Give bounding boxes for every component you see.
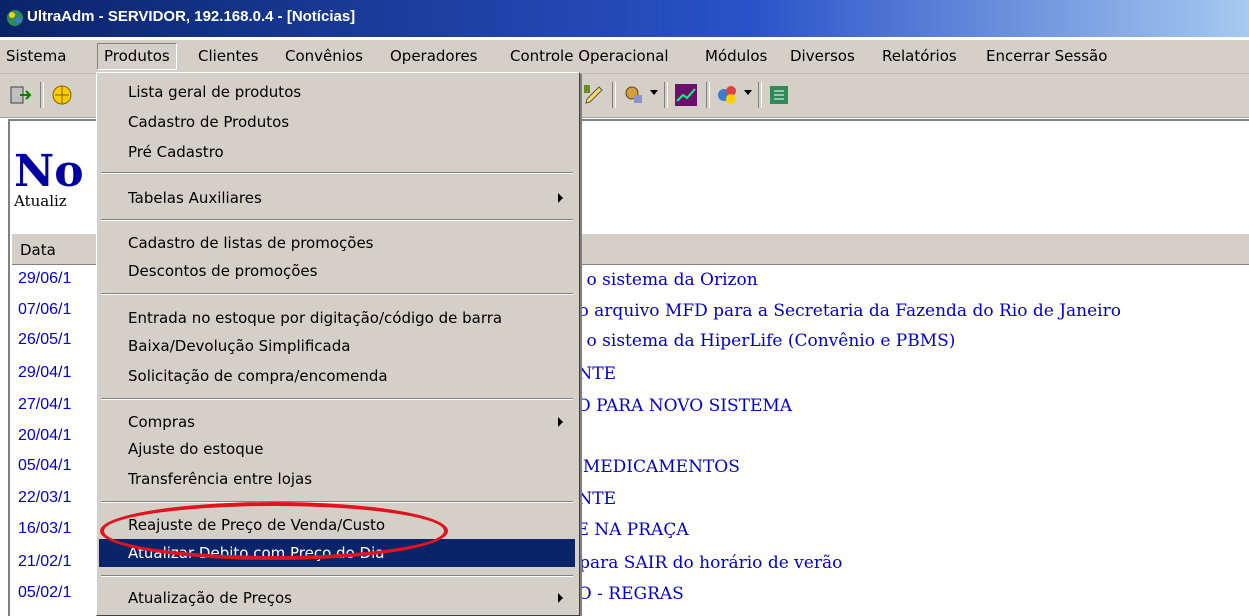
spreadsheet-icon[interactable] <box>768 83 792 107</box>
network-dropdown-arrow[interactable] <box>744 90 752 95</box>
row-date[interactable]: 07/06/1 <box>18 301 71 319</box>
row-title[interactable]: PE NA PRAÇA <box>565 520 689 540</box>
row-title[interactable]: s para SAIR do horário de verão <box>565 553 842 573</box>
tools-dropdown-arrow[interactable] <box>650 90 658 95</box>
row-date[interactable]: 27/04/1 <box>18 396 71 414</box>
row-title[interactable]: RO - REGRAS <box>565 584 684 604</box>
menu-item-ajuste-estoque[interactable]: Ajuste do estoque <box>99 435 575 463</box>
submenu-arrow-icon <box>558 193 563 203</box>
menu-encerrar-sessao[interactable]: Encerrar Sessão <box>986 47 1107 65</box>
row-title[interactable]: E MEDICAMENTOS <box>565 457 740 477</box>
toolbar-separator <box>40 82 44 108</box>
row-title[interactable]: m o sistema da Orizon <box>565 270 758 290</box>
menu-item-label: Baixa/Devolução Simplificada <box>128 337 351 355</box>
menu-item-tabelas-auxiliares[interactable]: Tabelas Auxiliares <box>99 184 575 212</box>
menu-item-descontos-promocoes[interactable]: Descontos de promoções <box>99 257 575 285</box>
menu-item-atualizar-debito[interactable]: Atualizar Debito com Preço do Dia <box>99 539 575 567</box>
menu-item-reajuste-preco[interactable]: Reajuste de Preço de Venda/Custo <box>99 511 575 539</box>
menu-item-label: Solicitação de compra/encomenda <box>128 367 388 385</box>
tools-icon[interactable] <box>622 83 646 107</box>
menu-separator <box>101 501 573 503</box>
row-date[interactable]: 05/04/1 <box>18 457 71 475</box>
toolbar-separator <box>758 82 762 108</box>
toolbar-separator <box>706 82 710 108</box>
row-date[interactable]: 29/06/1 <box>18 270 71 288</box>
menu-item-entrada-estoque[interactable]: Entrada no estoque por digitação/código … <box>99 304 575 332</box>
menu-item-solicitacao-compra[interactable]: Solicitação de compra/encomenda <box>99 362 575 390</box>
menu-item-compras[interactable]: Compras <box>99 408 575 436</box>
menu-item-label: Transferência entre lojas <box>128 470 313 488</box>
row-title[interactable]: ZO PARA NOVO SISTEMA <box>565 396 792 416</box>
menu-item-cadastro-produtos[interactable]: Cadastro de Produtos <box>99 108 575 136</box>
chart-icon[interactable] <box>674 83 698 107</box>
produtos-dropdown-menu: Lista geral de produtos Cadastro de Prod… <box>96 72 580 616</box>
menu-item-label: Ajuste do estoque <box>128 440 264 458</box>
toolbar-separator <box>612 82 616 108</box>
menu-item-label: Descontos de promoções <box>128 262 318 280</box>
menu-separator <box>101 219 573 221</box>
menu-item-atualizacao-precos[interactable]: Atualização de Preços <box>99 584 575 612</box>
page-subtitle: Atualiz <box>14 192 67 210</box>
row-date[interactable]: 26/05/1 <box>18 331 71 349</box>
menu-item-transferencia-lojas[interactable]: Transferência entre lojas <box>99 465 575 493</box>
menu-controle-operacional[interactable]: Controle Operacional <box>510 47 669 65</box>
row-date[interactable]: 21/02/1 <box>18 553 71 571</box>
menu-item-label: Pré Cadastro <box>128 143 224 161</box>
row-date[interactable]: 29/04/1 <box>18 364 71 382</box>
menu-relatorios[interactable]: Relatórios <box>882 47 957 65</box>
row-title[interactable]: r o arquivo MFD para a Secretaria da Faz… <box>565 301 1121 321</box>
menu-separator <box>101 172 573 174</box>
app-icon <box>7 10 23 26</box>
edit-icon[interactable] <box>582 83 606 107</box>
menu-item-label: Entrada no estoque por digitação/código … <box>128 309 503 327</box>
menu-diversos[interactable]: Diversos <box>790 47 855 65</box>
menu-sistema[interactable]: Sistema <box>6 47 66 65</box>
menu-item-label: Tabelas Auxiliares <box>128 189 262 207</box>
menu-produtos[interactable]: Produtos <box>97 43 177 70</box>
submenu-arrow-icon <box>558 593 563 603</box>
menu-item-baixa-devolucao[interactable]: Baixa/Devolução Simplificada <box>99 332 575 360</box>
menu-item-cadastro-listas-promocoes[interactable]: Cadastro de listas de promoções <box>99 229 575 257</box>
window-title: UltraAdm - SERVIDOR, 192.168.0.4 - [Notí… <box>27 8 356 25</box>
menu-item-label: Reajuste de Preço de Venda/Custo <box>128 516 386 534</box>
row-date[interactable]: 16/03/1 <box>18 520 71 538</box>
row-date[interactable]: 05/02/1 <box>18 584 71 602</box>
menu-item-pre-cadastro[interactable]: Pré Cadastro <box>99 138 575 166</box>
menu-separator <box>101 293 573 295</box>
row-date[interactable]: 22/03/1 <box>18 489 71 507</box>
menu-separator <box>101 575 573 577</box>
page-title: No <box>14 146 84 197</box>
submenu-arrow-icon <box>558 417 563 427</box>
menu-item-lista-geral[interactable]: Lista geral de produtos <box>99 78 575 106</box>
menu-item-label: Cadastro de listas de promoções <box>128 234 374 252</box>
title-bar: UltraAdm - SERVIDOR, 192.168.0.4 - [Notí… <box>0 0 1249 37</box>
menu-item-label: Compras <box>128 413 195 431</box>
column-header-date[interactable]: Data <box>20 241 56 259</box>
menu-item-label: Cadastro de Produtos <box>128 113 290 131</box>
menu-modulos[interactable]: Módulos <box>705 47 767 65</box>
menu-bar: Sistema Produtos Clientes Convênios Oper… <box>0 40 1249 74</box>
menu-item-label: Atualização de Preços <box>128 589 292 607</box>
row-title[interactable]: m o sistema da HiperLife (Convênio e PBM… <box>565 331 955 351</box>
menu-operadores[interactable]: Operadores <box>390 47 478 65</box>
menu-item-label: Atualizar Debito com Preço do Dia <box>128 544 385 562</box>
network-icon[interactable] <box>716 83 740 107</box>
globe-icon[interactable] <box>50 83 74 107</box>
exit-icon[interactable] <box>8 83 32 107</box>
menu-clientes[interactable]: Clientes <box>198 47 258 65</box>
menu-item-label: Lista geral de produtos <box>128 83 302 101</box>
menu-separator <box>101 398 573 400</box>
row-date[interactable]: 20/04/1 <box>18 427 71 445</box>
toolbar-separator <box>664 82 668 108</box>
menu-convenios[interactable]: Convênios <box>285 47 363 65</box>
